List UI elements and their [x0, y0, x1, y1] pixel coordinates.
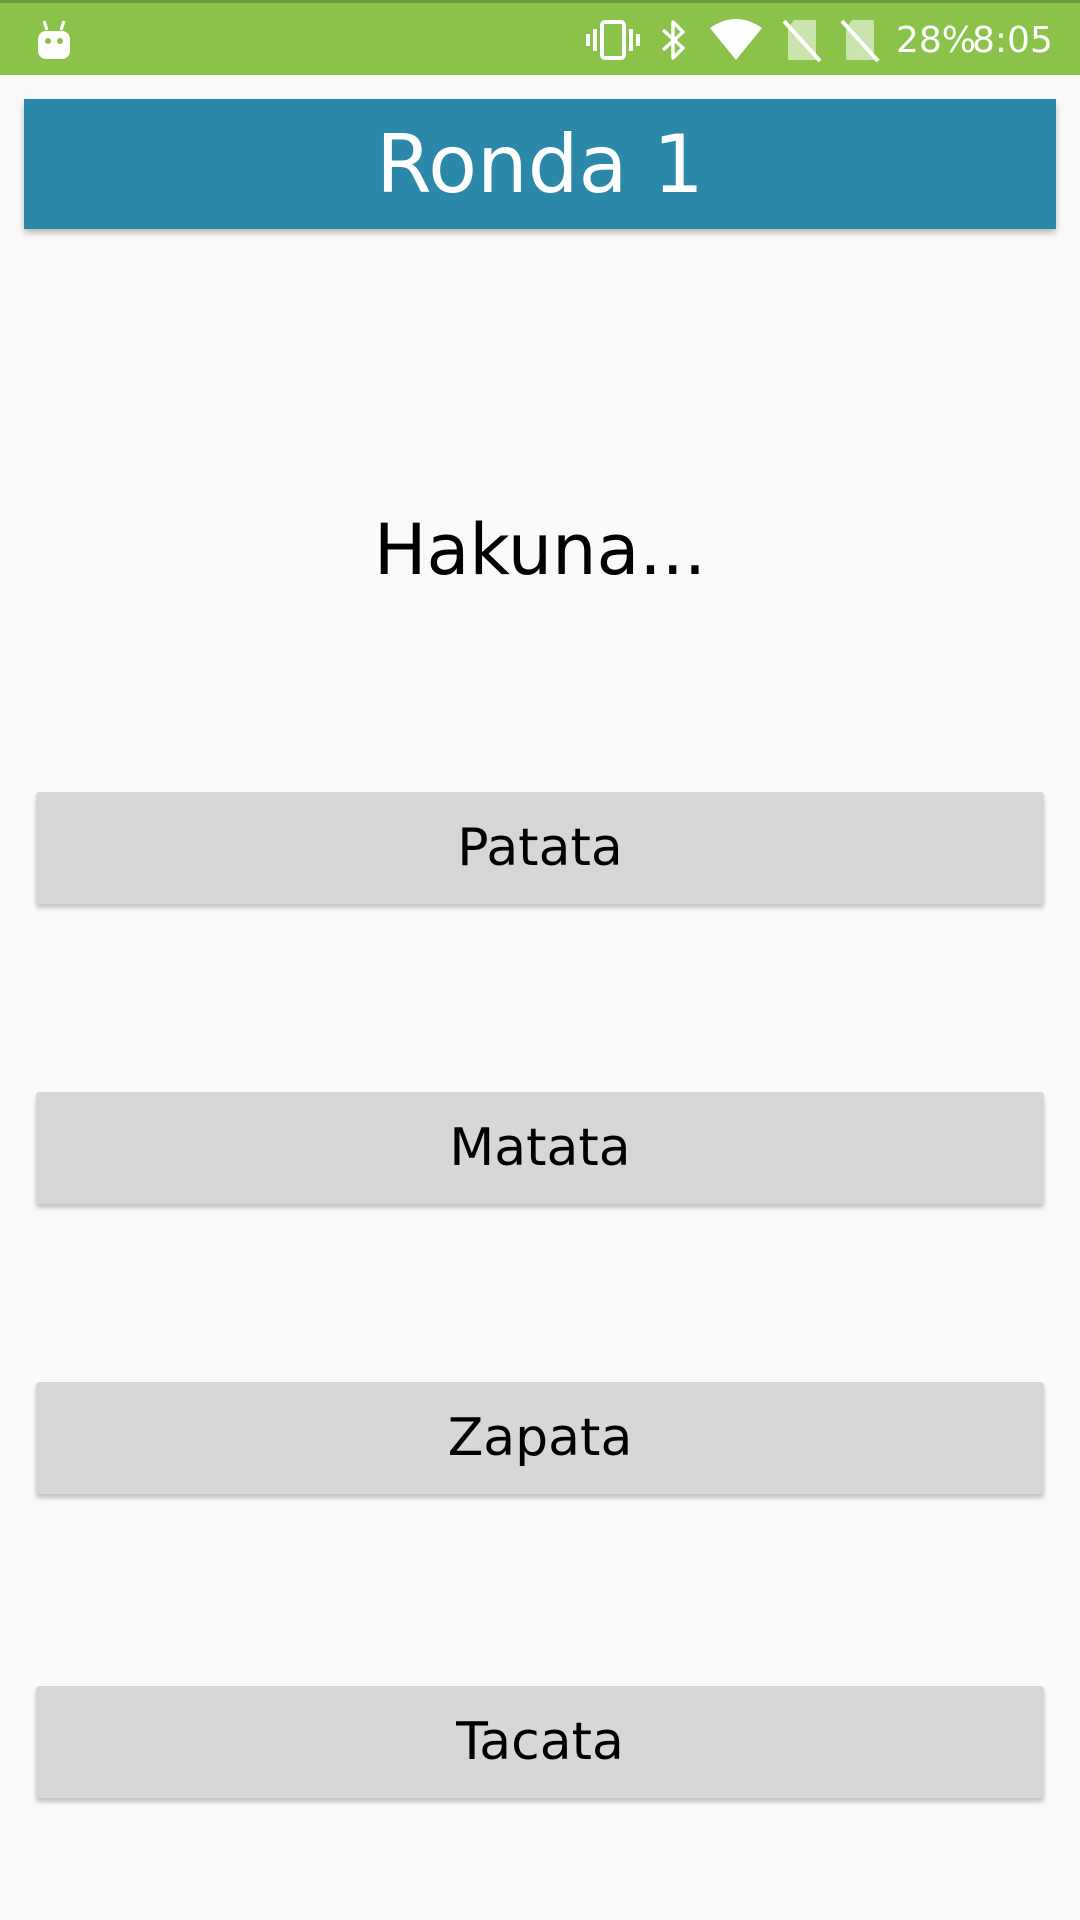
round-title: Ronda 1 [376, 117, 704, 211]
clock: 8:05 [972, 20, 1053, 61]
answer-label: Tacata [456, 1712, 624, 1772]
no-sim-icon [838, 15, 882, 65]
battery-percentage: 28% [896, 20, 977, 61]
answer-button-1[interactable]: Patata [36, 792, 1044, 904]
round-title-bar: Ronda 1 [24, 99, 1056, 229]
bluetooth-icon [656, 15, 692, 65]
answer-button-3[interactable]: Zapata [36, 1382, 1044, 1494]
vibrate-icon [585, 15, 641, 65]
wifi-icon [708, 15, 764, 65]
answer-button-2[interactable]: Matata [36, 1092, 1044, 1204]
android-icon [34, 15, 74, 65]
answer-label: Patata [457, 818, 623, 878]
answer-label: Matata [449, 1118, 631, 1178]
no-sim-icon [780, 15, 824, 65]
answer-button-4[interactable]: Tacata [36, 1686, 1044, 1798]
answer-label: Zapata [447, 1408, 633, 1468]
question-text: Hakuna... [373, 509, 707, 591]
status-bar: 28% 8:05 [0, 0, 1080, 75]
